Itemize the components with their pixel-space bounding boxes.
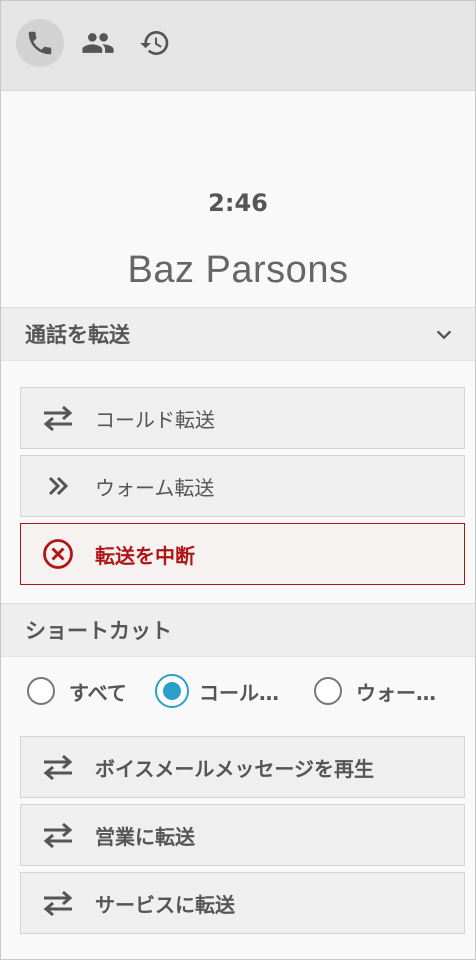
warm-transfer-label: ウォーム転送 [95, 475, 215, 500]
people-icon [82, 33, 114, 53]
transfer-to-service-label: サービスに転送 [95, 892, 235, 917]
radio-unselected [314, 677, 342, 705]
filter-warm-label: ウォー… [356, 680, 436, 705]
cancel-transfer-button[interactable]: 転送を中断 [20, 523, 465, 585]
shortcuts-section-header: ショートカット [1, 603, 475, 657]
transfer-to-sales-label: 営業に転送 [95, 824, 195, 849]
phone-tab[interactable] [16, 19, 64, 67]
shortcut-filter-group: すべて コール… ウォー… [25, 673, 475, 709]
transfer-arrows-icon [21, 821, 95, 849]
play-voicemail-label: ボイスメールメッセージを再生 [95, 756, 374, 781]
cancel-transfer-label: 転送を中断 [95, 543, 195, 568]
transfer-arrows-icon [21, 889, 95, 917]
filter-warm-radio[interactable]: ウォー… [314, 673, 436, 709]
transfer-arrows-icon [21, 404, 95, 432]
cold-transfer-button[interactable]: コールド転送 [20, 387, 465, 449]
filter-all-radio[interactable]: すべて [25, 673, 127, 709]
contacts-tab[interactable] [74, 19, 122, 67]
filter-cold-radio[interactable]: コール… [155, 673, 279, 709]
chevron-down-icon [436, 330, 452, 340]
transfer-section-header[interactable]: 通話を転送 [1, 307, 475, 361]
history-tab[interactable] [131, 19, 179, 67]
transfer-section-title: 通話を転送 [25, 323, 130, 347]
cancel-circle-icon [21, 538, 95, 570]
cold-transfer-label: コールド転送 [95, 407, 215, 432]
transfer-arrows-icon [21, 753, 95, 781]
transfer-to-service-button[interactable]: サービスに転送 [20, 872, 465, 934]
radio-selected [155, 674, 189, 708]
transfer-to-sales-button[interactable]: 営業に転送 [20, 804, 465, 866]
filter-cold-label: コール… [199, 680, 279, 705]
radio-unselected [27, 677, 55, 705]
call-panel: 2:46 Baz Parsons 通話を転送 コールド転送 ウォーム転送 転送を… [0, 0, 476, 960]
top-toolbar [1, 1, 475, 91]
call-timer: 2:46 [208, 189, 268, 217]
caller-name: Baz Parsons [127, 249, 349, 291]
double-chevron-right-icon [21, 474, 95, 498]
history-icon [140, 31, 169, 55]
phone-icon [28, 31, 52, 55]
filter-all-label: すべて [69, 680, 127, 705]
warm-transfer-button[interactable]: ウォーム転送 [20, 455, 465, 517]
play-voicemail-button[interactable]: ボイスメールメッセージを再生 [20, 736, 465, 798]
shortcuts-section-title: ショートカット [25, 619, 172, 643]
